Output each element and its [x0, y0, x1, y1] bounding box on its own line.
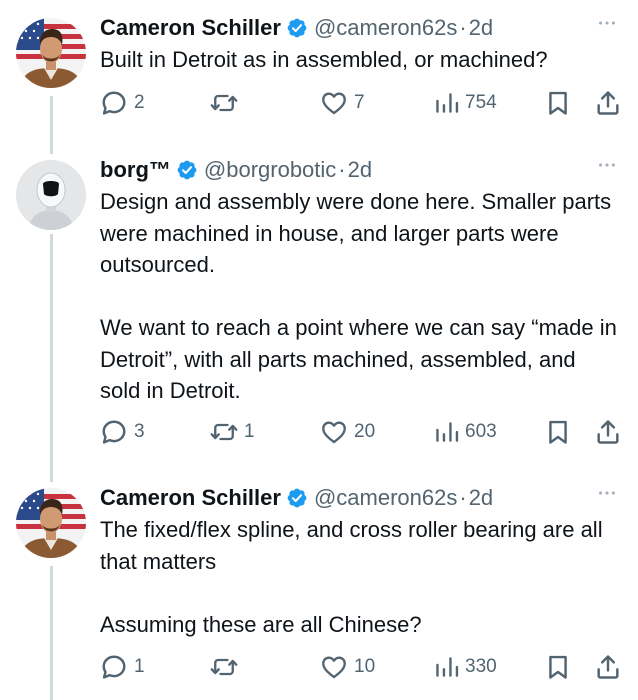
bookmark-button[interactable] — [544, 88, 572, 118]
views-button[interactable]: 330 — [433, 652, 497, 682]
tweet-text: Built in Detroit as in assembled, or mac… — [100, 44, 618, 76]
avatar[interactable] — [16, 18, 86, 88]
more-icon[interactable] — [596, 154, 618, 176]
separator: · — [459, 15, 467, 40]
like-count: 20 — [354, 421, 376, 442]
bookmark-icon — [544, 653, 572, 681]
reply-icon — [100, 418, 128, 446]
repost-icon — [210, 89, 238, 117]
action-bar: 3 1 20 603 — [100, 417, 620, 447]
author-handle[interactable]: @cameron62s — [314, 484, 457, 512]
views-icon — [433, 419, 459, 445]
share-icon — [594, 89, 622, 117]
tweet-header: Cameron Schiller @cameron62s · 2d — [100, 484, 618, 512]
timestamp[interactable]: 2d — [469, 484, 493, 512]
avatar-photo — [16, 160, 86, 230]
like-icon — [320, 89, 348, 117]
reply-count: 2 — [134, 92, 145, 113]
tweet-header: Cameron Schiller @cameron62s · 2d — [100, 14, 618, 42]
tweet-header: borg™ @borgrobotic · 2d — [100, 156, 618, 184]
view-count: 754 — [465, 92, 497, 113]
more-icon[interactable] — [596, 482, 618, 504]
action-bar: 1 10 330 — [100, 652, 620, 682]
views-icon — [433, 90, 459, 116]
like-button[interactable]: 7 — [320, 88, 365, 118]
verified-badge-icon — [286, 17, 308, 39]
reply-icon — [100, 653, 128, 681]
bookmark-icon — [544, 418, 572, 446]
more-icon[interactable] — [596, 12, 618, 34]
like-count: 10 — [354, 656, 376, 677]
like-button[interactable]: 20 — [320, 417, 375, 447]
timestamp[interactable]: 2d — [469, 14, 493, 42]
repost-button[interactable] — [210, 652, 244, 682]
author-name[interactable]: borg™ — [100, 156, 171, 184]
tweet-paragraph: Built in Detroit as in assembled, or mac… — [100, 47, 548, 72]
separator: · — [459, 485, 467, 510]
tweet-paragraph: Assuming these are all Chinese? — [100, 611, 422, 637]
bookmark-button[interactable] — [544, 652, 572, 682]
views-button[interactable]: 754 — [433, 88, 497, 118]
timestamp[interactable]: 2d — [348, 156, 372, 184]
tweet-text: The fixed/flex spline, and cross roller … — [100, 514, 618, 640]
share-icon — [594, 653, 622, 681]
like-button[interactable]: 10 — [320, 652, 375, 682]
reply-icon — [100, 89, 128, 117]
tweet-paragraph: We want to reach a point where we can sa… — [100, 315, 617, 403]
tweet-paragraph: The fixed/flex spline, and cross roller … — [100, 517, 603, 574]
like-count: 7 — [354, 92, 365, 113]
like-icon — [320, 653, 348, 681]
views-icon — [433, 654, 459, 680]
reply-button[interactable]: 1 — [100, 652, 145, 682]
author-handle[interactable]: @borgrobotic — [204, 156, 336, 184]
share-button[interactable] — [594, 88, 622, 118]
repost-icon — [210, 653, 238, 681]
action-bar: 2 7 754 — [100, 88, 620, 118]
share-icon — [594, 418, 622, 446]
repost-button[interactable] — [210, 88, 244, 118]
author-handle[interactable]: @cameron62s — [314, 14, 457, 42]
reply-thread: Cameron Schiller @cameron62s · 2d Built … — [0, 0, 638, 700]
author-name[interactable]: Cameron Schiller — [100, 14, 281, 42]
verified-badge-icon — [176, 159, 198, 181]
avatar[interactable] — [16, 160, 86, 230]
tweet-text: Design and assembly were done here. Smal… — [100, 186, 618, 407]
like-icon — [320, 418, 348, 446]
reply-count: 1 — [134, 656, 145, 677]
reply-count: 3 — [134, 421, 145, 442]
tweet[interactable]: Cameron Schiller @cameron62s · 2d The fi… — [0, 478, 638, 700]
avatar[interactable] — [16, 488, 86, 558]
repost-count: 1 — [244, 421, 255, 442]
bookmark-icon — [544, 89, 572, 117]
view-count: 330 — [465, 656, 497, 677]
separator: · — [338, 157, 346, 182]
share-button[interactable] — [594, 652, 622, 682]
verified-badge-icon — [286, 487, 308, 509]
tweet[interactable]: Cameron Schiller @cameron62s · 2d Built … — [0, 0, 638, 150]
avatar-photo — [16, 18, 86, 88]
bookmark-button[interactable] — [544, 417, 572, 447]
tweet-paragraph: Design and assembly were done here. Smal… — [100, 189, 612, 277]
view-count: 603 — [465, 421, 497, 442]
share-button[interactable] — [594, 417, 622, 447]
repost-button[interactable]: 1 — [210, 417, 255, 447]
avatar-photo — [16, 488, 86, 558]
tweet[interactable]: borg™ @borgrobotic · 2d Design and assem… — [0, 150, 638, 478]
reply-button[interactable]: 3 — [100, 417, 145, 447]
views-button[interactable]: 603 — [433, 417, 497, 447]
author-name[interactable]: Cameron Schiller — [100, 484, 281, 512]
reply-button[interactable]: 2 — [100, 88, 145, 118]
repost-icon — [210, 418, 238, 446]
